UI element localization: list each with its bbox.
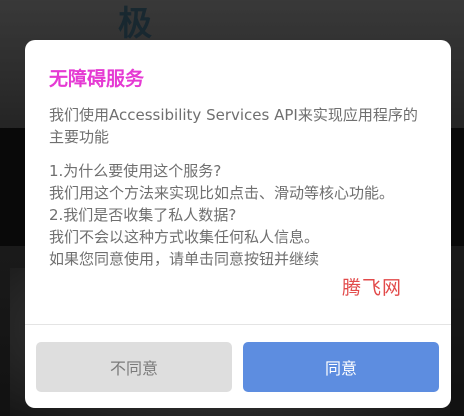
disagree-button[interactable]: 不同意 xyxy=(36,342,232,392)
answer-2-text: 我们不会以这种方式收集任何私人信息。 xyxy=(49,228,320,246)
question-1-text: 1.为什么要使用这个服务? xyxy=(49,162,222,180)
agree-button[interactable]: 同意 xyxy=(243,342,439,392)
dialog-divider xyxy=(25,324,451,325)
answer-1-text: 我们用这个方法来实现比如点击、滑动等核心功能。 xyxy=(49,184,395,202)
consent-text: 如果您同意使用，请单击同意按钮并继续 xyxy=(49,250,320,268)
watermark-text: 腾飞网 xyxy=(342,277,403,299)
dialog-body: 我们使用Accessibility Services API来实现应用程序的主要… xyxy=(49,104,429,270)
dialog-intro-text: 我们使用Accessibility Services API来实现应用程序的主要… xyxy=(49,106,418,146)
accessibility-permission-dialog: 无障碍服务 我们使用Accessibility Services API来实现应… xyxy=(25,40,451,408)
question-2-text: 2.我们是否收集了私人数据? xyxy=(49,206,237,224)
dialog-title: 无障碍服务 xyxy=(49,68,145,90)
